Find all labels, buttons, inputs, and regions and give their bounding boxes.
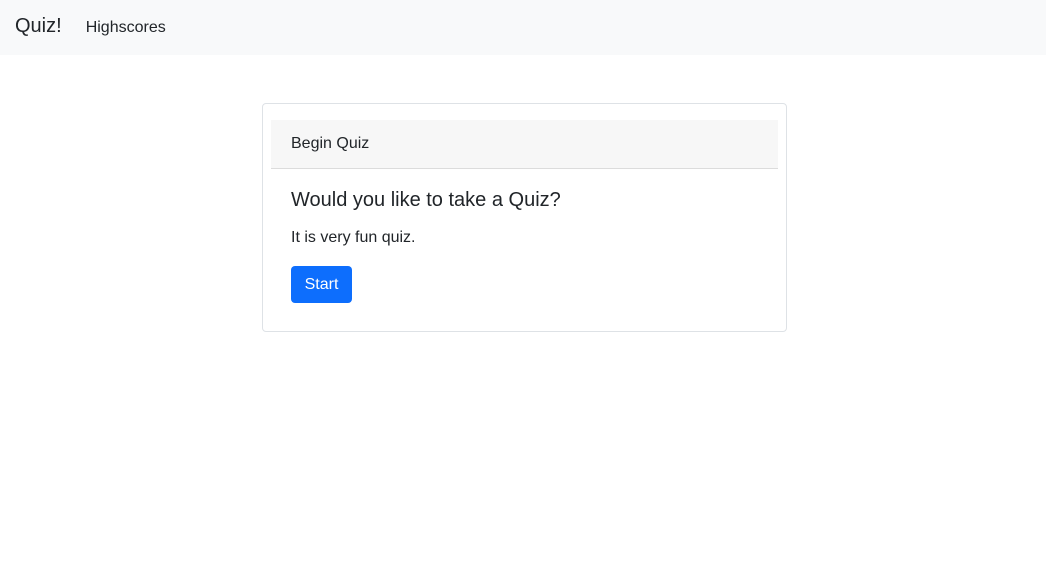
card-text: It is very fun quiz. bbox=[291, 229, 416, 246]
brand-link[interactable]: Quiz! bbox=[15, 15, 62, 38]
start-button[interactable]: Start bbox=[291, 266, 352, 303]
quiz-card: Begin Quiz Would you like to take a Quiz… bbox=[262, 103, 787, 332]
navbar: Quiz! Highscores bbox=[0, 0, 1046, 55]
card-title: Would you like to take a Quiz? bbox=[291, 189, 561, 211]
card-header: Begin Quiz bbox=[271, 120, 778, 169]
nav-link-highscores[interactable]: Highscores bbox=[86, 19, 166, 37]
